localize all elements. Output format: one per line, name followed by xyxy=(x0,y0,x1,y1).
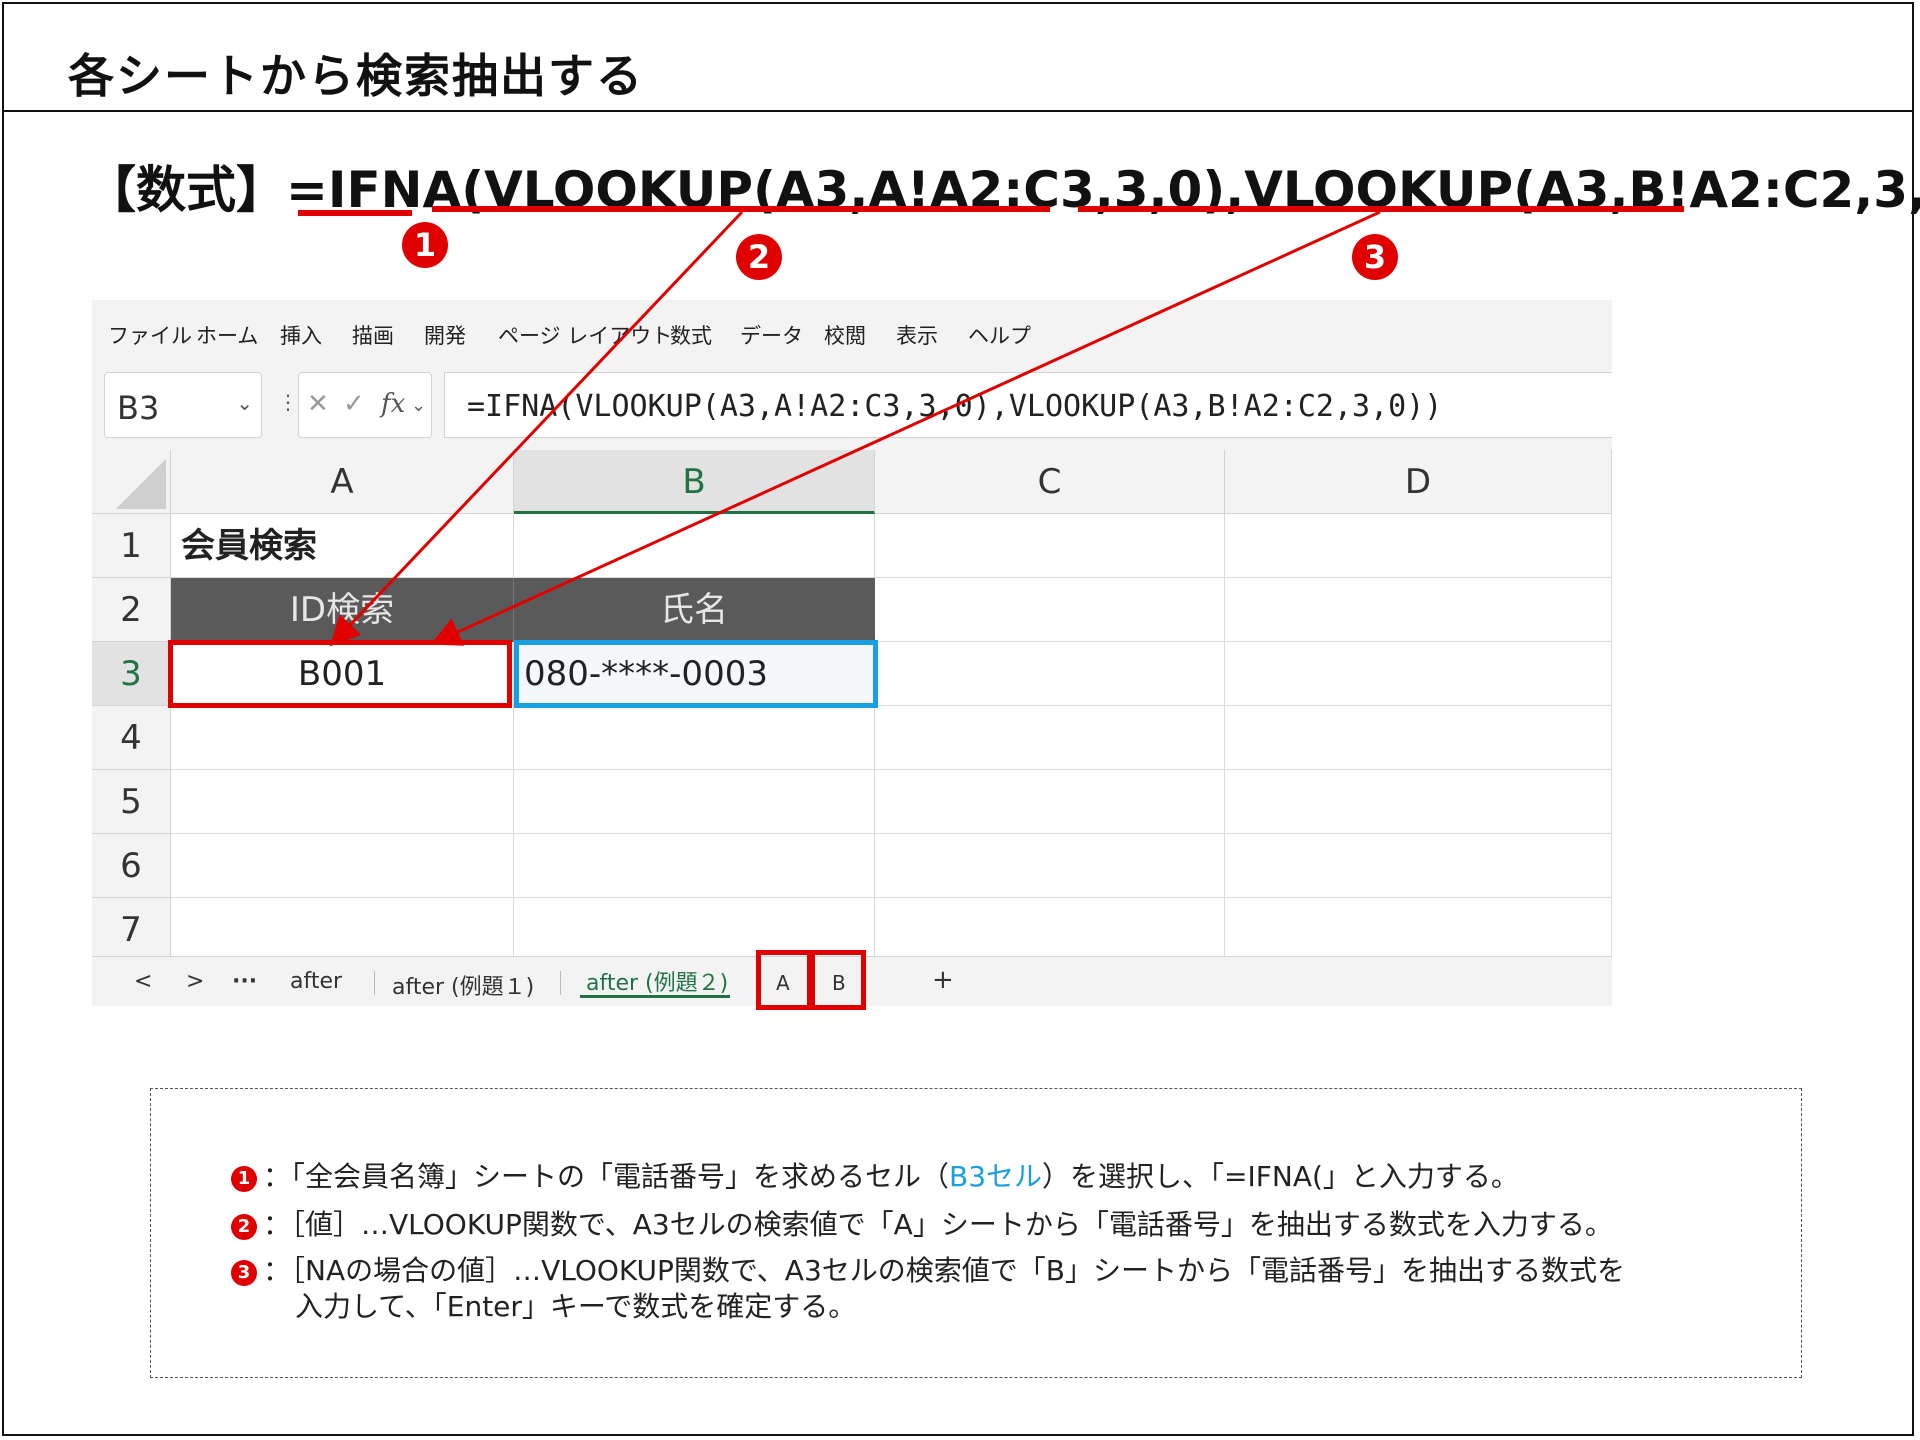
note-1-text-b: ）を選択し、「=IFNA(」と入力する。 xyxy=(1042,1160,1519,1193)
cell-b6[interactable] xyxy=(514,834,875,898)
formula-bar-text: =IFNA(VLOOKUP(A3,A!A2:C3,3,0),VLOOKUP(A3… xyxy=(467,389,1443,424)
cell-c7[interactable] xyxy=(875,898,1225,962)
note-1-text-a: ：「全会員名簿」シートの「電話番号」を求めるセル（ xyxy=(263,1160,950,1193)
cell-d7[interactable] xyxy=(1225,898,1612,962)
worksheet-grid: A B C D 1 2 3 4 5 6 7 会員検索 ID検索 氏名 B001 … xyxy=(92,450,1612,962)
formula-input[interactable]: =IFNA(VLOOKUP(A3,A!A2:C3,3,0),VLOOKUP(A3… xyxy=(444,372,1612,438)
explanation-box: 1 ：「全会員名簿」シートの「電話番号」を求めるセル（B3セル）を選択し、「=IF… xyxy=(150,1088,1802,1378)
column-header-d[interactable]: D xyxy=(1225,450,1612,514)
column-header-a[interactable]: A xyxy=(171,450,514,514)
menu-view[interactable]: 表示 xyxy=(896,320,938,350)
cell-b4[interactable] xyxy=(514,706,875,770)
chevron-down-icon[interactable]: ⌄ xyxy=(236,391,253,415)
marker-1: 1 xyxy=(402,222,448,268)
cell-c2[interactable] xyxy=(875,578,1225,642)
tab-prev-icon[interactable]: < xyxy=(134,969,152,994)
note-1: 1 ：「全会員名簿」シートの「電話番号」を求めるセル（B3セル）を選択し、「=IF… xyxy=(231,1155,1519,1195)
row-header-4[interactable]: 4 xyxy=(92,706,171,770)
cell-d1[interactable] xyxy=(1225,514,1612,578)
cell-b1[interactable] xyxy=(514,514,875,578)
row-header-1[interactable]: 1 xyxy=(92,514,171,578)
marker-2: 2 xyxy=(736,234,782,280)
tab-divider xyxy=(560,971,561,995)
formula-buttons: ✕ ✓ fx ⌄ xyxy=(298,372,432,438)
note-2: 2 ：［値］…VLOOKUP関数で、A3セルの検索値で「A」シートから「電話番号」… xyxy=(231,1203,1613,1243)
menu-home[interactable]: ホーム xyxy=(196,320,258,350)
row-header-5[interactable]: 5 xyxy=(92,770,171,834)
menu-review[interactable]: 校閲 xyxy=(824,320,866,350)
cell-a5[interactable] xyxy=(171,770,514,834)
cell-c3[interactable] xyxy=(875,642,1225,706)
tab-divider xyxy=(374,971,375,995)
marker-3: 3 xyxy=(1352,234,1398,280)
cancel-icon[interactable]: ✕ xyxy=(307,389,329,419)
cell-a6[interactable] xyxy=(171,834,514,898)
cell-d6[interactable] xyxy=(1225,834,1612,898)
row-header-3[interactable]: 3 xyxy=(92,642,171,706)
fx-chevron-icon[interactable]: ⌄ xyxy=(411,395,426,416)
cell-a7[interactable] xyxy=(171,898,514,962)
confirm-icon[interactable]: ✓ xyxy=(343,389,365,419)
menu-help[interactable]: ヘルプ xyxy=(968,320,1031,350)
note-2-text: ：［値］…VLOOKUP関数で、A3セルの検索値で「A」シートから「電話番号」を… xyxy=(263,1208,1613,1241)
select-all-corner[interactable] xyxy=(92,450,171,514)
name-box[interactable]: B3 ⌄ xyxy=(104,372,262,438)
formula-bar-row: B3 ⌄ ⋮ ✕ ✓ fx ⌄ =IFNA(VLOOKUP(A3,A!A2:C3… xyxy=(92,364,1612,450)
ribbon-menu: ファイル ホーム 挿入 描画 開発 ページ レイアウト 数式 データ 校閲 表示… xyxy=(92,300,1612,364)
excel-window: ファイル ホーム 挿入 描画 開発 ページ レイアウト 数式 データ 校閲 表示… xyxy=(92,300,1612,1006)
note-3-text: ：［NAの場合の値］…VLOOKUP関数で、A3セルの検索値で「B」シートから「… xyxy=(263,1254,1625,1287)
menu-formulas[interactable]: 数式 xyxy=(670,320,712,350)
column-header-b[interactable]: B xyxy=(514,450,875,514)
note-1-cell-ref: B3セル xyxy=(949,1160,1043,1193)
menu-data[interactable]: データ xyxy=(740,320,803,350)
selected-cell-b3 xyxy=(514,640,878,708)
tab-after-ex2[interactable]: after (例題２) xyxy=(586,965,728,997)
insert-function-icon[interactable]: fx xyxy=(381,389,405,419)
title-bar: 各シートから検索抽出する xyxy=(2,2,1914,112)
cell-c6[interactable] xyxy=(875,834,1225,898)
menu-page-layout[interactable]: ページ レイアウト xyxy=(498,320,672,350)
active-tab-underline xyxy=(580,995,730,998)
menu-draw[interactable]: 描画 xyxy=(352,320,394,350)
cell-b2[interactable]: 氏名 xyxy=(514,578,875,642)
note-marker-2: 2 xyxy=(231,1214,257,1240)
underline-ifna xyxy=(298,210,412,216)
cell-c1[interactable] xyxy=(875,514,1225,578)
row-header-7[interactable]: 7 xyxy=(92,898,171,962)
tab-after-ex1[interactable]: after (例題１) xyxy=(392,969,534,1001)
row-header-6[interactable]: 6 xyxy=(92,834,171,898)
highlight-tab-a xyxy=(756,950,812,1010)
underline-vlookup-b xyxy=(1078,206,1684,212)
highlight-a3 xyxy=(168,640,512,708)
highlight-tab-b xyxy=(810,950,866,1010)
page-title: 各シートから検索抽出する xyxy=(68,49,644,103)
cell-c4[interactable] xyxy=(875,706,1225,770)
note-3: 3 ：［NAの場合の値］…VLOOKUP関数で、A3セルの検索値で「B」シートから… xyxy=(231,1249,1625,1289)
add-sheet-icon[interactable]: + xyxy=(932,965,954,995)
note-marker-1: 1 xyxy=(231,1166,257,1192)
cell-a1[interactable]: 会員検索 xyxy=(171,514,514,578)
menu-developer[interactable]: 開発 xyxy=(424,320,466,350)
formula-prefix: 【数式】= xyxy=(86,161,328,219)
name-box-value: B3 xyxy=(117,389,160,427)
cell-a2[interactable]: ID検索 xyxy=(171,578,514,642)
cell-d5[interactable] xyxy=(1225,770,1612,834)
more-vertical-icon[interactable]: ⋮ xyxy=(278,390,298,414)
note-3-cont: 入力して、「Enter」キーで数式を確定する。 xyxy=(295,1290,857,1323)
row-header-2[interactable]: 2 xyxy=(92,578,171,642)
menu-file[interactable]: ファイル xyxy=(108,320,192,350)
tab-next-icon[interactable]: > xyxy=(186,969,204,994)
menu-insert[interactable]: 挿入 xyxy=(280,320,322,350)
note-marker-3: 3 xyxy=(231,1260,257,1286)
tab-more-icon[interactable]: ··· xyxy=(232,969,257,994)
cell-c5[interactable] xyxy=(875,770,1225,834)
column-header-c[interactable]: C xyxy=(875,450,1225,514)
cell-a4[interactable] xyxy=(171,706,514,770)
cell-d4[interactable] xyxy=(1225,706,1612,770)
tab-after[interactable]: after xyxy=(290,969,342,994)
underline-vlookup-a xyxy=(432,206,1050,212)
cell-d3[interactable] xyxy=(1225,642,1612,706)
cell-b5[interactable] xyxy=(514,770,875,834)
cell-d2[interactable] xyxy=(1225,578,1612,642)
